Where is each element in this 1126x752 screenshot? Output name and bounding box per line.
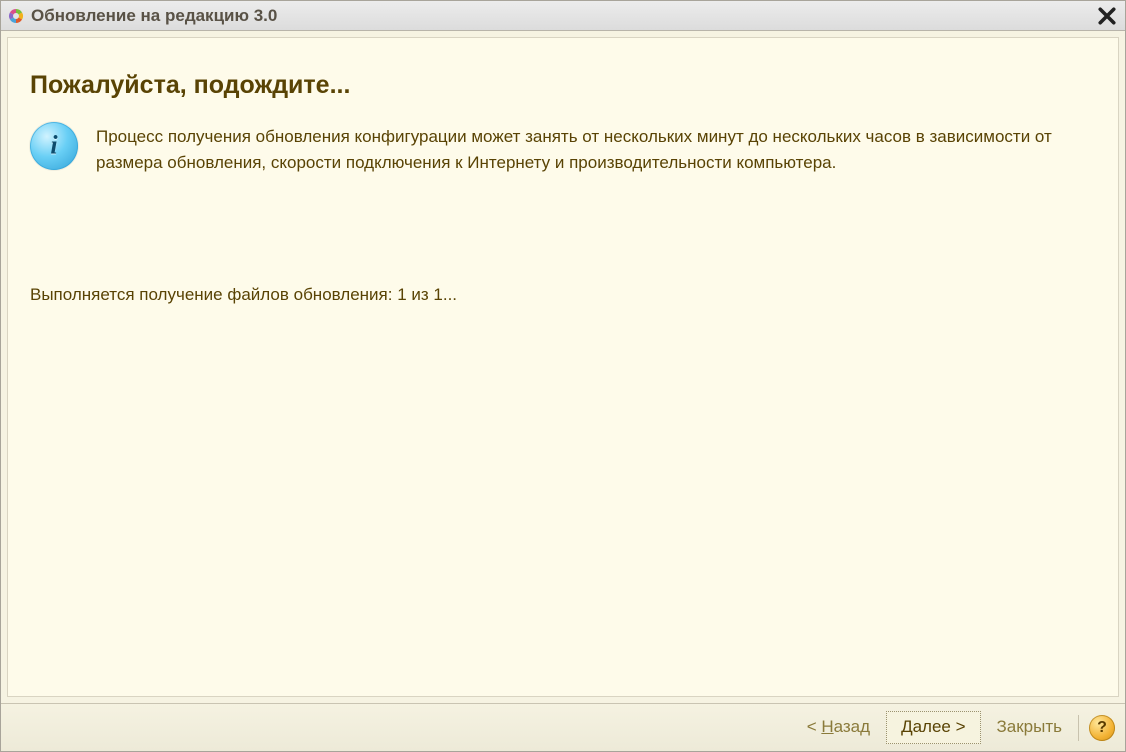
- back-rest: азад: [834, 717, 870, 736]
- help-button[interactable]: ?: [1089, 715, 1115, 741]
- content-wrapper: Пожалуйста, подождите... Процесс получен…: [1, 31, 1125, 703]
- page-heading: Пожалуйста, подождите...: [30, 70, 1096, 100]
- content-spacer: [30, 306, 1096, 686]
- dialog-window: Обновление на редакцию 3.0 Пожалуйста, п…: [0, 0, 1126, 752]
- content-panel: Пожалуйста, подождите... Процесс получен…: [7, 37, 1119, 697]
- close-button[interactable]: Закрыть: [991, 714, 1068, 741]
- window-title: Обновление на редакцию 3.0: [31, 1, 1095, 31]
- back-underline: Н: [821, 717, 833, 736]
- app-icon: [7, 7, 25, 25]
- next-rest: алее >: [913, 717, 966, 736]
- close-icon[interactable]: [1095, 4, 1119, 28]
- info-icon: [30, 122, 78, 170]
- title-bar: Обновление на редакцию 3.0: [1, 1, 1125, 31]
- back-prefix: <: [807, 717, 822, 736]
- info-row: Процесс получения обновления конфигураци…: [30, 122, 1096, 177]
- next-button[interactable]: Далее >: [886, 711, 980, 744]
- next-underline: Д: [901, 717, 913, 736]
- footer-bar: < Назад Далее > Закрыть ?: [1, 703, 1125, 751]
- footer-separator: [1078, 715, 1079, 741]
- info-text: Процесс получения обновления конфигураци…: [96, 122, 1096, 177]
- back-button[interactable]: < Назад: [801, 714, 876, 741]
- status-text: Выполняется получение файлов обновления:…: [30, 283, 1096, 307]
